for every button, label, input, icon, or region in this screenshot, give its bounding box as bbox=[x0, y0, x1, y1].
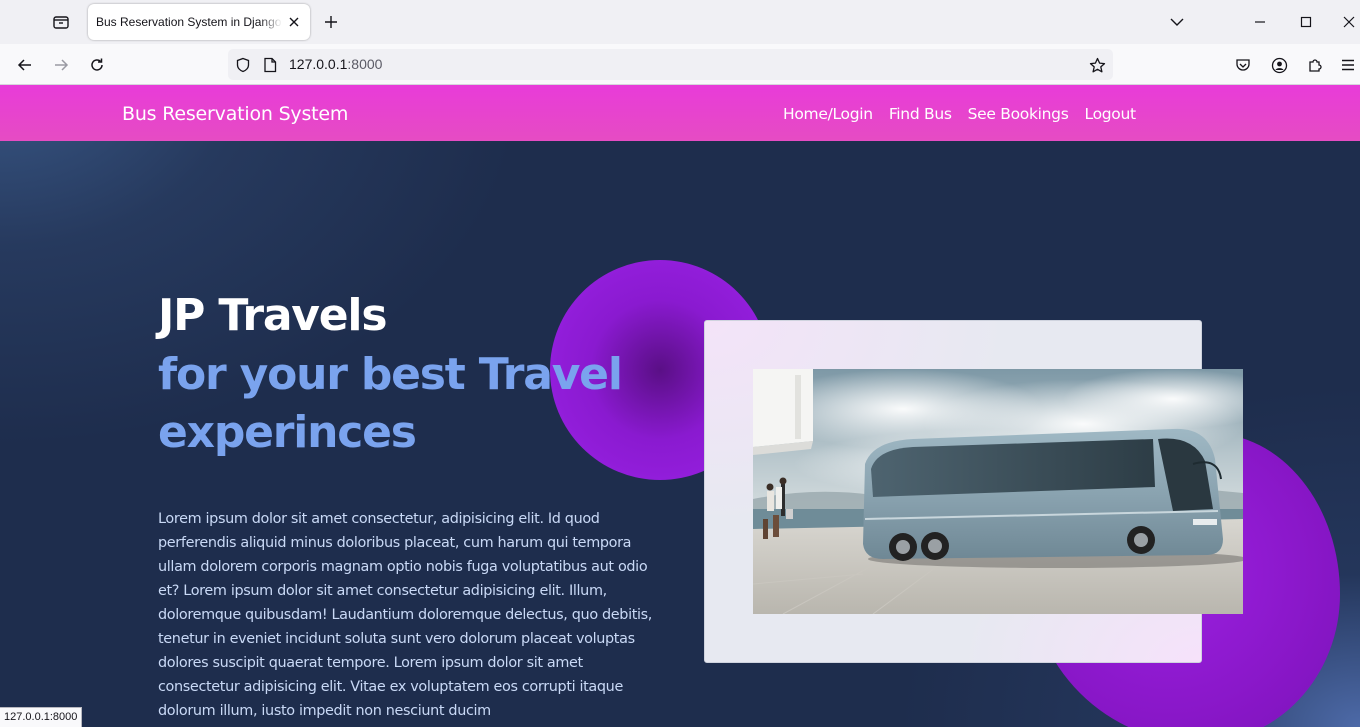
brand-logo-link[interactable]: Bus Reservation System bbox=[122, 103, 348, 125]
browser-tab-active[interactable]: Bus Reservation System in Django P bbox=[88, 4, 310, 40]
bus-photo bbox=[753, 369, 1243, 614]
tab-list-icon[interactable] bbox=[48, 10, 74, 34]
hero-subtitle: for your best Travel experinces bbox=[158, 349, 623, 458]
pocket-icon[interactable] bbox=[1229, 51, 1257, 79]
url-text[interactable]: 127.0.0.1:8000 bbox=[289, 56, 382, 72]
reload-icon[interactable] bbox=[83, 51, 111, 79]
nav-link-find-bus[interactable]: Find Bus bbox=[889, 105, 952, 123]
nav-link-logout[interactable]: Logout bbox=[1085, 105, 1137, 123]
nav-link-home-login[interactable]: Home/Login bbox=[783, 105, 873, 123]
nav-link-see-bookings[interactable]: See Bookings bbox=[968, 105, 1069, 123]
tab-title: Bus Reservation System in Django P bbox=[96, 15, 282, 29]
close-tab-icon[interactable] bbox=[286, 14, 302, 30]
maximize-window-icon[interactable] bbox=[1292, 8, 1320, 36]
app-menu-icon[interactable] bbox=[1337, 51, 1359, 79]
browser-tab-bar: Bus Reservation System in Django P bbox=[0, 0, 1360, 44]
site-header: Bus Reservation System Home/Login Find B… bbox=[0, 85, 1360, 141]
account-icon[interactable] bbox=[1265, 51, 1293, 79]
url-port: :8000 bbox=[347, 56, 383, 72]
forward-arrow-icon[interactable] bbox=[47, 51, 75, 79]
url-host: 127.0.0.1 bbox=[289, 56, 348, 72]
hero-title: JP Travels bbox=[158, 290, 388, 341]
shield-icon[interactable] bbox=[233, 55, 253, 75]
page-info-icon[interactable] bbox=[260, 55, 280, 75]
extensions-puzzle-icon[interactable] bbox=[1301, 51, 1329, 79]
browser-nav-bar: 127.0.0.1:8000 bbox=[0, 44, 1360, 85]
status-bar-link-preview: 127.0.0.1:8000 bbox=[0, 707, 83, 727]
page-viewport: Bus Reservation System Home/Login Find B… bbox=[0, 85, 1360, 727]
address-bar[interactable]: 127.0.0.1:8000 bbox=[228, 49, 1113, 80]
back-arrow-icon[interactable] bbox=[11, 51, 39, 79]
main-nav: Home/Login Find Bus See Bookings Logout bbox=[783, 105, 1136, 123]
tab-overflow-chevron-icon[interactable] bbox=[1163, 8, 1191, 36]
bookmark-star-icon[interactable] bbox=[1087, 55, 1107, 75]
minimize-window-icon[interactable] bbox=[1246, 8, 1274, 36]
close-window-icon[interactable] bbox=[1339, 8, 1359, 36]
hero-description: Lorem ipsum dolor sit amet consectetur, … bbox=[158, 511, 653, 719]
new-tab-plus-icon[interactable] bbox=[318, 10, 344, 34]
